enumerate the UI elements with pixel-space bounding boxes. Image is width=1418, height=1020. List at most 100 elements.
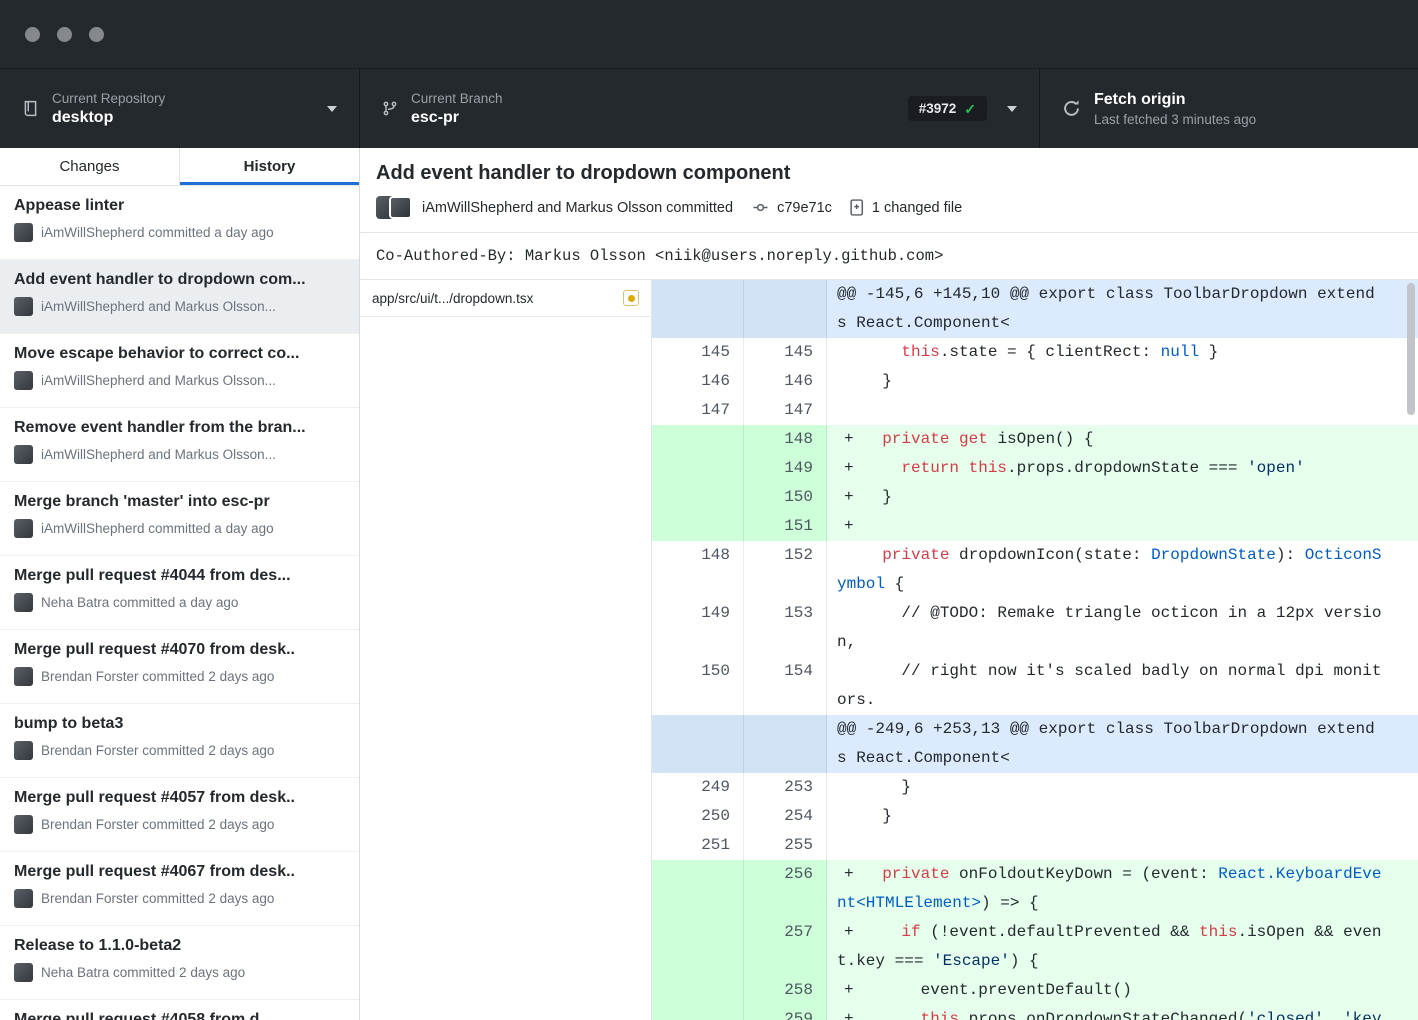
old-line-number: 147 xyxy=(652,396,744,425)
commit-meta-text: Brendan Forster committed 2 days ago xyxy=(41,891,274,906)
commit-list-item[interactable]: Merge pull request #4067 from desk.. Bren… xyxy=(0,852,359,926)
commit-meta-text: Brendan Forster committed 2 days ago xyxy=(41,743,274,758)
coauthor-avatar xyxy=(389,196,412,219)
diff-code xyxy=(827,831,1418,860)
minimize-button[interactable] xyxy=(57,27,72,42)
old-line-number xyxy=(652,860,744,918)
commit-list-item[interactable]: Appease linter iAmWillShepherd committed … xyxy=(0,186,359,260)
commit-meta-text: iAmWillShepherd committed a day ago xyxy=(41,225,274,240)
current-branch-button[interactable]: Current Branch esc-pr #3972 ✓ xyxy=(360,69,1040,148)
commit-list-item[interactable]: Release to 1.1.0-beta2Neha Batra committ… xyxy=(0,926,359,1000)
commit-list-item[interactable]: Merge pull request #4070 from desk..Bren… xyxy=(0,630,359,704)
commit-title: bump to beta3 xyxy=(14,715,345,733)
pr-number-badge[interactable]: #3972 ✓ xyxy=(908,96,987,121)
commit-meta: iAmWillShepherd and Markus Olsson... xyxy=(14,297,345,316)
hunk-text: @@ -145,6 +145,10 @@ export class Toolba… xyxy=(837,285,1375,332)
commit-author-avatar xyxy=(14,445,33,464)
commit-list-item[interactable]: Move escape behavior to correct co...iAm… xyxy=(0,334,359,408)
commit-author-avatar xyxy=(14,889,33,908)
diff-scrollbar-thumb[interactable] xyxy=(1407,283,1415,415)
diff-code: + } xyxy=(827,483,1418,512)
old-line-number xyxy=(652,425,744,454)
new-line-number: 152 xyxy=(744,541,827,599)
commit-meta-text: Neha Batra committed 2 days ago xyxy=(41,965,245,980)
sync-icon xyxy=(1062,99,1081,118)
commit-meta: iAmWillShepherd and Markus Olsson... xyxy=(14,445,345,464)
diff-context-line: 249253 } xyxy=(652,773,1418,802)
diff-marker: + xyxy=(837,454,863,483)
diff-code xyxy=(827,396,1418,425)
new-line-number: 254 xyxy=(744,802,827,831)
commit-author-avatar xyxy=(14,223,33,242)
tab-changes[interactable]: Changes xyxy=(0,148,179,185)
diff-context-line: 145145 this.state = { clientRect: null } xyxy=(652,338,1418,367)
diff-context-line: 146146 } xyxy=(652,367,1418,396)
diff-hunk-header: @@ -145,6 +145,10 @@ export class Toolba… xyxy=(652,280,1418,338)
commit-summary-title: Add event handler to dropdown component xyxy=(376,162,1402,185)
old-line-number xyxy=(652,976,744,1005)
author-avatar-stack xyxy=(376,196,413,219)
diff-hunk-header: @@ -249,6 +253,13 @@ export class Toolba… xyxy=(652,715,1418,773)
changed-files-group: 1 changed file xyxy=(850,199,962,216)
diff-context-line: 250254 } xyxy=(652,802,1418,831)
commit-list-item[interactable]: bump to beta3 Brendan Forster committed 2… xyxy=(0,704,359,778)
new-line-number: 151 xyxy=(744,512,827,541)
old-line-number: 148 xyxy=(652,541,744,599)
commit-meta: Brendan Forster committed 2 days ago xyxy=(14,667,345,686)
changed-file-item[interactable]: app/src/ui/t.../dropdown.tsx xyxy=(360,280,651,317)
old-line-number: 251 xyxy=(652,831,744,860)
commit-icon xyxy=(751,200,770,215)
commit-meta-row: iAmWillShepherd and Markus Olsson commit… xyxy=(376,196,1402,219)
commit-meta-text: iAmWillShepherd and Markus Olsson... xyxy=(41,373,276,388)
old-line-number: 145 xyxy=(652,338,744,367)
app-body: ChangesHistory Appease linter iAmWillShep… xyxy=(0,148,1418,1020)
repo-icon xyxy=(22,99,39,118)
diff-code: // @TODO: Remake triangle octicon in a 1… xyxy=(827,599,1418,657)
modified-dot xyxy=(628,295,635,302)
pr-number: #3972 xyxy=(919,101,957,116)
commit-sha-group: c79e71c xyxy=(751,200,832,216)
diff-code: + this.props.onDropdownStateChanged('clo… xyxy=(827,1005,1418,1020)
commit-list-item[interactable]: Remove event handler from the bran...iAm… xyxy=(0,408,359,482)
diff-viewer: @@ -145,6 +145,10 @@ export class Toolba… xyxy=(652,280,1418,1020)
current-repository-button[interactable]: Current Repository desktop xyxy=(0,69,360,148)
close-button[interactable] xyxy=(25,27,40,42)
chevron-down-icon xyxy=(1007,106,1017,112)
diff-code: } xyxy=(827,367,1418,396)
commit-meta-text: iAmWillShepherd committed a day ago xyxy=(41,521,274,536)
repository-name: desktop xyxy=(52,109,165,127)
hunk-text: @@ -249,6 +253,13 @@ export class Toolba… xyxy=(837,720,1375,767)
commit-title: Merge pull request #4067 from desk.. xyxy=(14,863,345,881)
main-panel: Add event handler to dropdown component … xyxy=(360,148,1418,1020)
commit-list-item[interactable]: Add event handler to dropdown com...iAmW… xyxy=(0,260,359,334)
old-line-number xyxy=(652,454,744,483)
branch-icon xyxy=(382,99,398,118)
new-line-number: 148 xyxy=(744,425,827,454)
commit-list-item[interactable]: Merge branch 'master' into esc-priAmWill… xyxy=(0,482,359,556)
branch-text: Current Branch esc-pr xyxy=(411,91,503,127)
diff-added-line: 256+ private onFoldoutKeyDown = (event: … xyxy=(652,860,1418,918)
commit-title: Appease linter xyxy=(14,197,345,215)
commit-list-item[interactable]: Merge pull request #4044 from des...Neha… xyxy=(0,556,359,630)
commit-content: app/src/ui/t.../dropdown.tsx @@ -145,6 +… xyxy=(360,280,1418,1020)
new-line-number xyxy=(744,715,827,773)
branch-name: esc-pr xyxy=(411,109,503,127)
diff-context-line: 147147 xyxy=(652,396,1418,425)
diff-code: + return this.props.dropdownState === 'o… xyxy=(827,454,1418,483)
new-line-number: 149 xyxy=(744,454,827,483)
commit-meta-text: Neha Batra committed a day ago xyxy=(41,595,238,610)
modified-status-icon xyxy=(623,290,639,306)
commit-list-item[interactable]: Merge pull request #4058 from d... xyxy=(0,1000,359,1020)
commit-title: Merge pull request #4057 from desk.. xyxy=(14,789,345,807)
diff-context-line: 150154 // right now it's scaled badly on… xyxy=(652,657,1418,715)
fetch-origin-button[interactable]: Fetch origin Last fetched 3 minutes ago xyxy=(1040,69,1418,148)
commit-author-avatar xyxy=(14,963,33,982)
new-line-number: 256 xyxy=(744,860,827,918)
commit-list-item[interactable]: Merge pull request #4057 from desk..Bren… xyxy=(0,778,359,852)
diff-context-line: 149153 // @TODO: Remake triangle octicon… xyxy=(652,599,1418,657)
tab-history[interactable]: History xyxy=(179,148,359,185)
diff-code: + private get isOpen() { xyxy=(827,425,1418,454)
diff-added-line: 148+ private get isOpen() { xyxy=(652,425,1418,454)
maximize-button[interactable] xyxy=(89,27,104,42)
diff-added-line: 258+ event.preventDefault() xyxy=(652,976,1418,1005)
